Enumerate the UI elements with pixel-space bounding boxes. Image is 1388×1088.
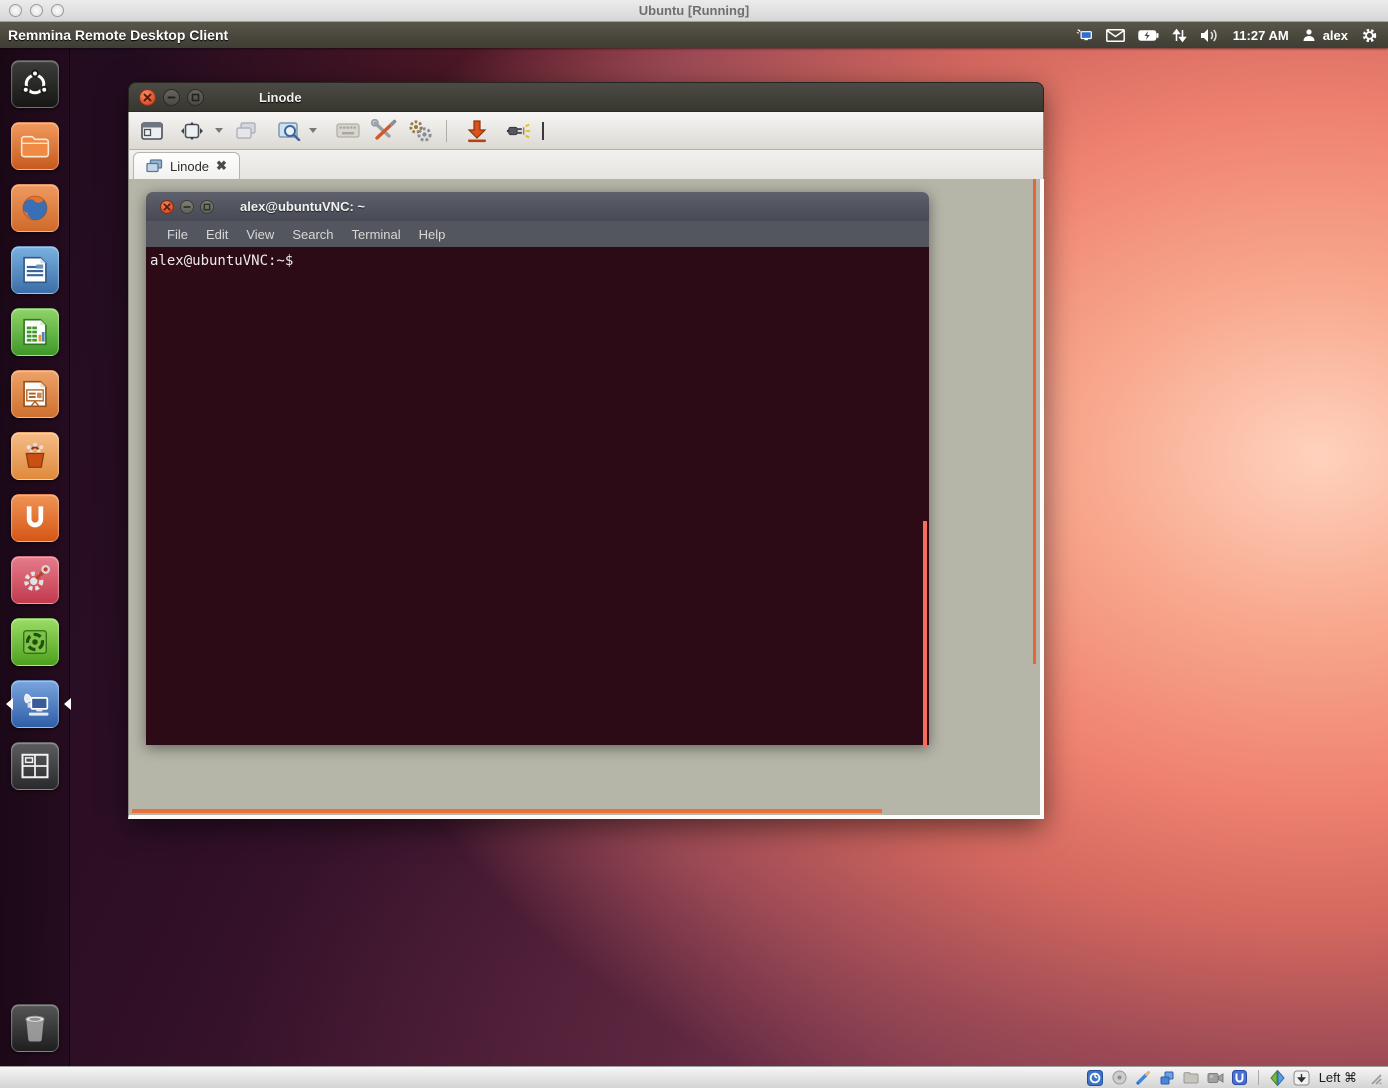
vnc-artifact-right-line [1033, 179, 1036, 664]
user-name[interactable]: alex [1323, 28, 1348, 43]
clock[interactable]: 11:27 AM [1233, 28, 1289, 43]
launcher-item-update-manager[interactable] [11, 618, 59, 666]
fullscreen-icon[interactable] [139, 118, 165, 144]
tab-linode[interactable]: Linode ✖ [133, 152, 240, 179]
launcher-item-ubuntu-one[interactable] [11, 494, 59, 542]
remmina-titlebar[interactable]: Linode [128, 82, 1044, 112]
menu-terminal[interactable]: Terminal [343, 227, 410, 242]
launcher-item-remmina[interactable] [11, 680, 59, 728]
terminal-prompt: alex@ubuntuVNC:~$ [150, 253, 293, 269]
menu-search[interactable]: Search [283, 227, 342, 242]
preferences-tools-icon[interactable] [371, 118, 397, 144]
user-icon[interactable] [1302, 28, 1316, 42]
remote-desktop-view[interactable]: alex@ubuntuVNC: ~ File Edit View Search … [128, 179, 1044, 819]
vnc-artifact-terminal-edge-line [923, 521, 927, 747]
panel-app-title[interactable]: Remmina Remote Desktop Client [8, 27, 228, 43]
terminal-maximize-button[interactable] [200, 200, 214, 214]
session-gear-icon[interactable] [1361, 27, 1378, 44]
remote-desktop-indicator-icon[interactable] [1076, 27, 1093, 44]
unity-launcher [0, 48, 70, 1066]
launcher-item-dash-home[interactable] [11, 60, 59, 108]
scale-dropdown-caret-icon[interactable] [215, 128, 223, 137]
menu-view[interactable]: View [237, 227, 283, 242]
remmina-tabbar: Linode ✖ [128, 150, 1044, 179]
window-maximize-button[interactable] [187, 89, 204, 106]
ubuntu-top-panel: Remmina Remote Desktop Client 11:27 AM a… [0, 22, 1388, 48]
scale-window-icon[interactable] [175, 118, 209, 144]
network-indicator-icon[interactable] [1135, 1069, 1152, 1086]
terminal-minimize-button[interactable] [180, 200, 194, 214]
menu-edit[interactable]: Edit [197, 227, 237, 242]
tab-label: Linode [170, 159, 209, 174]
remmina-window-buttons [139, 89, 211, 106]
terminal-close-button[interactable] [160, 200, 174, 214]
terminal-titlebar[interactable]: alex@ubuntuVNC: ~ [146, 192, 929, 221]
shared-folders-indicator-icon[interactable] [1183, 1069, 1200, 1086]
settings-gears-icon[interactable] [407, 118, 433, 144]
toolbar-separator [446, 120, 447, 142]
launcher-running-arrow-icon [0, 698, 13, 710]
launcher-focused-arrow-icon [58, 698, 71, 710]
optical-drives-indicator-icon[interactable] [1111, 1069, 1128, 1086]
mail-icon[interactable] [1106, 29, 1125, 42]
terminal-menubar: File Edit View Search Terminal Help [146, 221, 929, 247]
zoom-dropdown-caret-icon[interactable] [309, 128, 317, 137]
statusbar-separator [1258, 1070, 1259, 1085]
disconnect-plug-icon[interactable] [506, 118, 532, 144]
toolbar-text-cursor [542, 122, 544, 140]
keyboard-capture-indicator-icon[interactable] [1293, 1069, 1310, 1086]
video-capture-indicator-icon[interactable] [1207, 1069, 1224, 1086]
mac-close-button[interactable] [9, 4, 22, 17]
tab-close-icon[interactable]: ✖ [216, 158, 227, 174]
menu-help[interactable]: Help [410, 227, 455, 242]
menu-file[interactable]: File [158, 227, 197, 242]
vbox-statusbar: Left ⌘ [0, 1066, 1388, 1088]
terminal-body[interactable]: alex@ubuntuVNC:~$ [146, 247, 929, 745]
remmina-window-title: Linode [259, 90, 302, 105]
battery-icon[interactable] [1138, 30, 1159, 41]
mac-window-title: Ubuntu [Running] [0, 3, 1388, 18]
launcher-item-libreoffice-writer[interactable] [11, 246, 59, 294]
screen: Ubuntu [Running] Remmina Remote Desktop … [0, 0, 1388, 1088]
import-icon[interactable] [464, 118, 490, 144]
zoom-icon[interactable] [277, 118, 303, 144]
host-key-label: Left ⌘ [1319, 1070, 1357, 1086]
window-minimize-button[interactable] [163, 89, 180, 106]
resize-grip[interactable] [1368, 1071, 1382, 1085]
vnc-artifact-bottom-line [132, 809, 882, 813]
mac-titlebar: Ubuntu [Running] [0, 0, 1388, 22]
terminal-window-title: alex@ubuntuVNC: ~ [240, 199, 365, 214]
terminal-window: alex@ubuntuVNC: ~ File Edit View Search … [146, 192, 929, 745]
mac-zoom-button[interactable] [51, 4, 64, 17]
mac-traffic-lights [9, 4, 64, 17]
remmina-window: Linode [128, 82, 1044, 819]
mac-minimize-button[interactable] [30, 4, 43, 17]
launcher-item-system-settings[interactable] [11, 556, 59, 604]
launcher-item-libreoffice-impress[interactable] [11, 370, 59, 418]
mouse-integration-indicator-icon[interactable] [1269, 1069, 1286, 1086]
system-tray: 11:27 AM alex [1076, 27, 1378, 44]
hard-disks-indicator-icon[interactable] [1087, 1069, 1104, 1086]
launcher-item-libreoffice-calc[interactable] [11, 308, 59, 356]
tab-window-icon [146, 159, 163, 173]
usb-features-indicator-icon[interactable] [1231, 1069, 1248, 1086]
remmina-toolbar [128, 112, 1044, 150]
launcher-item-firefox[interactable] [11, 184, 59, 232]
keyboard-grab-icon[interactable] [335, 118, 361, 144]
launcher-item-software-center[interactable] [11, 432, 59, 480]
launcher-item-workspace-switcher[interactable] [11, 742, 59, 790]
duplicate-connection-icon[interactable] [233, 118, 259, 144]
launcher-item-trash[interactable] [11, 1004, 59, 1052]
volume-icon[interactable] [1200, 28, 1220, 43]
shared-clipboard-indicator-icon[interactable] [1159, 1069, 1176, 1086]
network-transfer-icon[interactable] [1172, 28, 1187, 43]
launcher-item-home-folder[interactable] [11, 122, 59, 170]
window-close-button[interactable] [139, 89, 156, 106]
